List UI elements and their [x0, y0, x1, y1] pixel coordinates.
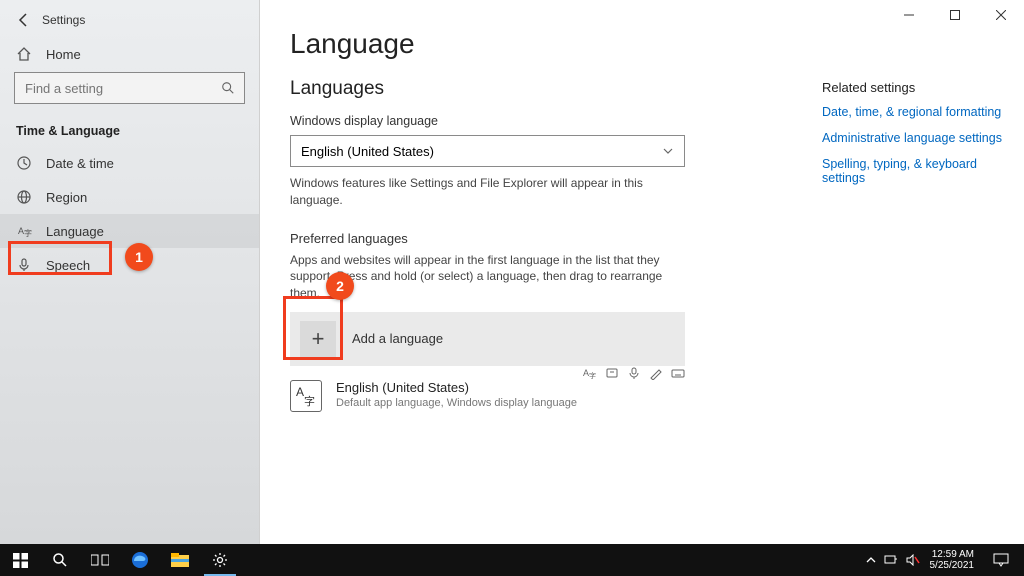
keyboard-icon [671, 366, 685, 380]
svg-text:字: 字 [589, 371, 596, 380]
search-input[interactable] [15, 81, 244, 96]
taskbar-tray[interactable] [866, 554, 920, 566]
taskbar: 12:59 AM 5/25/2021 [0, 544, 1024, 576]
sidebar-item-label: Date & time [46, 156, 114, 171]
display-lang-icon: A字 [583, 366, 597, 380]
clock-icon [16, 155, 32, 171]
display-language-help: Windows features like Settings and File … [290, 175, 685, 209]
sidebar-item-language[interactable]: A字 Language [0, 214, 259, 248]
display-language-value: English (United States) [301, 144, 434, 159]
globe-icon [16, 189, 32, 205]
sidebar-item-label: Speech [46, 258, 90, 273]
related-heading: Related settings [822, 80, 1022, 95]
sidebar-item-region[interactable]: Region [0, 180, 259, 214]
add-language-button[interactable]: + Add a language [290, 312, 685, 366]
display-language-select[interactable]: English (United States) [290, 135, 685, 167]
taskbar-clock[interactable]: 12:59 AM 5/25/2021 [930, 549, 975, 571]
page-title: Language [290, 28, 994, 60]
taskbar-app-explorer[interactable] [160, 544, 200, 576]
related-link-spelling[interactable]: Spelling, typing, & keyboard settings [822, 157, 1022, 185]
text-to-speech-icon [605, 366, 619, 380]
annotation-callout-2: 2 [326, 272, 354, 300]
language-icon: A字 [16, 223, 32, 239]
sidebar-category: Time & Language [0, 114, 259, 146]
task-view-icon[interactable] [80, 544, 120, 576]
microphone-icon [16, 257, 32, 273]
svg-text:字: 字 [24, 228, 32, 238]
tray-volume-icon[interactable] [906, 554, 920, 566]
language-name: English (United States) [336, 380, 577, 395]
related-link-date-time[interactable]: Date, time, & regional formatting [822, 105, 1022, 119]
tray-chevron-up-icon[interactable] [866, 555, 876, 565]
sidebar-item-label: Language [46, 224, 104, 239]
handwriting-icon [649, 366, 663, 380]
svg-text:A: A [296, 385, 304, 399]
language-entry[interactable]: A字 A字 English (United States) Default ap… [290, 378, 685, 414]
search-input-container [14, 72, 245, 104]
window-title: Settings [42, 13, 85, 27]
sidebar-item-label: Region [46, 190, 87, 205]
chevron-down-icon [662, 145, 674, 157]
related-link-admin-lang[interactable]: Administrative language settings [822, 131, 1022, 145]
tray-network-icon[interactable] [884, 554, 898, 566]
back-arrow-icon[interactable] [16, 12, 32, 28]
related-settings: Related settings Date, time, & regional … [822, 80, 1022, 197]
svg-text:字: 字 [304, 394, 315, 408]
taskbar-app-edge[interactable] [120, 544, 160, 576]
add-language-label: Add a language [352, 331, 443, 346]
taskbar-time: 12:59 AM [930, 549, 975, 560]
language-glyph-icon: A字 [290, 380, 322, 412]
start-button[interactable] [0, 544, 40, 576]
preferred-languages-heading: Preferred languages [290, 231, 994, 246]
home-icon [16, 46, 32, 62]
annotation-callout-1: 1 [125, 243, 153, 271]
home-label: Home [46, 47, 81, 62]
search-icon [220, 80, 236, 96]
taskbar-search-icon[interactable] [40, 544, 80, 576]
taskbar-app-settings[interactable] [200, 544, 240, 576]
taskbar-date: 5/25/2021 [930, 560, 975, 571]
plus-icon: + [300, 321, 336, 357]
language-subtitle: Default app language, Windows display la… [336, 397, 577, 409]
language-feature-icons: A字 [583, 366, 685, 380]
action-center-icon[interactable] [984, 544, 1018, 576]
sidebar-item-home[interactable]: Home [0, 36, 259, 72]
speech-icon [627, 366, 641, 380]
sidebar: Settings Home Time & Language Date & tim… [0, 0, 260, 544]
titlebar: Settings [0, 0, 259, 36]
sidebar-item-date-time[interactable]: Date & time [0, 146, 259, 180]
